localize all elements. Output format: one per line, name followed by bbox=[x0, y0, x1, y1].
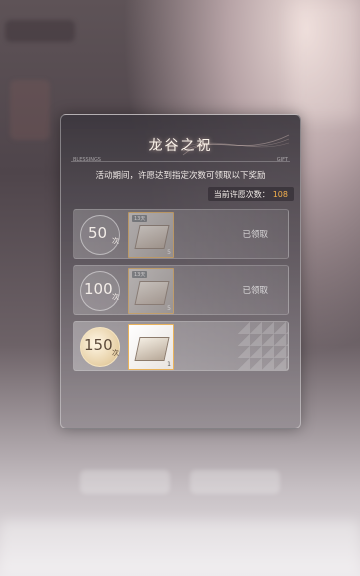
milestone-count: 100 bbox=[84, 280, 113, 298]
bg-top-glow bbox=[290, 0, 360, 120]
item-quantity: 1 bbox=[167, 361, 171, 368]
wish-count-label: 当前许愿次数： bbox=[213, 189, 270, 199]
wish-count-value: 108 bbox=[272, 189, 288, 199]
reward-panel: 龙谷之祝 BLESSINGS GIFT 活动期间，许愿达到指定次数可领取以下奖励… bbox=[60, 114, 301, 429]
milestone-unit: 次 bbox=[112, 237, 119, 245]
header-subtitle-right: GIFT bbox=[276, 157, 288, 163]
wish-count-box: 当前许愿次数： 108 bbox=[207, 187, 294, 201]
item-quantity: 5 bbox=[167, 305, 171, 312]
milestone-unit: 次 bbox=[112, 293, 119, 301]
panel-title: 龙谷之祝 bbox=[148, 138, 213, 154]
panel-header: 龙谷之祝 BLESSINGS GIFT bbox=[61, 115, 300, 163]
bg-button-blur bbox=[190, 470, 280, 494]
header-subtitle-left: BLESSINGS bbox=[73, 157, 101, 163]
item-quantity: 5 bbox=[167, 249, 171, 256]
item-icon bbox=[134, 281, 170, 305]
header-divider bbox=[71, 161, 290, 162]
item-duration-tag: 13天 bbox=[132, 271, 148, 278]
triangle-pattern-decoration bbox=[238, 322, 288, 370]
reward-item[interactable]: 1 bbox=[128, 324, 174, 370]
reward-row-100[interactable]: 100 次 13天 5 已领取 bbox=[73, 265, 289, 315]
milestone-count: 150 bbox=[84, 336, 113, 354]
reward-row-150[interactable]: 150 次 1 bbox=[73, 321, 289, 371]
bg-shape bbox=[5, 20, 75, 42]
reward-item[interactable]: 13天 5 bbox=[128, 268, 174, 314]
item-icon bbox=[134, 337, 170, 361]
reward-item[interactable]: 13天 5 bbox=[128, 212, 174, 258]
item-duration-tag: 13天 bbox=[132, 215, 148, 222]
bg-button-blur bbox=[80, 470, 170, 494]
item-icon bbox=[134, 225, 170, 249]
bg-bottom-glow bbox=[0, 520, 360, 576]
event-description: 活动期间，许愿达到指定次数可领取以下奖励 bbox=[95, 171, 266, 181]
milestone-count: 50 bbox=[88, 224, 108, 242]
bg-shape bbox=[10, 80, 50, 140]
claim-status: 已领取 bbox=[242, 230, 268, 240]
claim-status: 已领取 bbox=[242, 286, 268, 296]
milestone-unit: 次 bbox=[112, 349, 119, 357]
reward-row-50[interactable]: 50 次 13天 5 已领取 bbox=[73, 209, 289, 259]
